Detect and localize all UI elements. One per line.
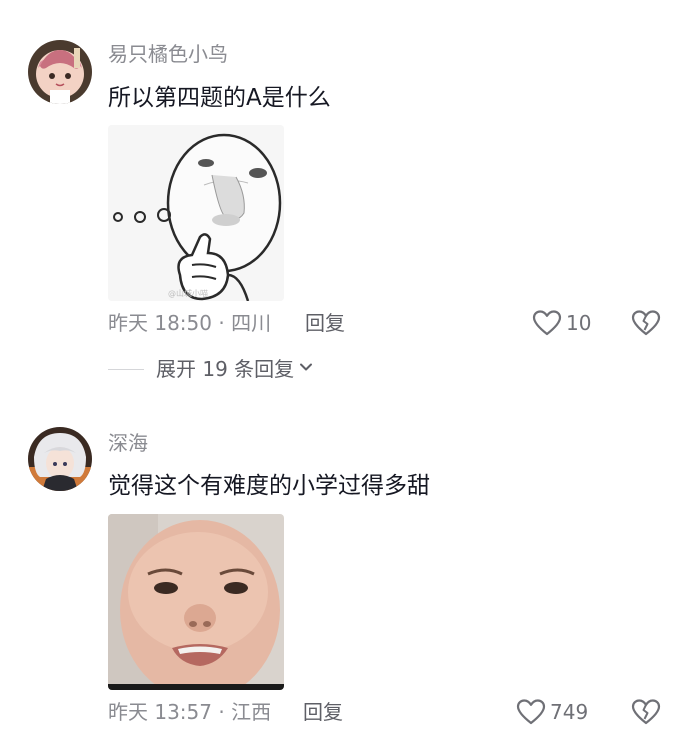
- broken-heart-icon: [631, 698, 661, 726]
- username[interactable]: 深海: [108, 431, 148, 455]
- username[interactable]: 易只橘色小鸟: [108, 42, 228, 66]
- like-count: 10: [566, 311, 592, 335]
- comment-list: 易只橘色小鸟 所以第四题的A是什么 @山城小喵 昨天 18:50 · 四川 回复…: [0, 0, 690, 737]
- dislike-button[interactable]: [631, 309, 661, 337]
- reply-button[interactable]: 回复: [303, 699, 343, 725]
- comment-meta: 昨天 13:57 · 江西: [108, 700, 272, 724]
- avatar[interactable]: [28, 40, 92, 104]
- expand-divider: [108, 368, 144, 370]
- like-button[interactable]: 749: [516, 698, 588, 726]
- like-button[interactable]: 10: [532, 309, 591, 337]
- heart-outline-icon: [532, 309, 562, 337]
- chevron-down-icon: [298, 359, 314, 379]
- like-count: 749: [550, 700, 589, 724]
- dislike-button[interactable]: [631, 698, 661, 726]
- sticker-image[interactable]: [108, 514, 284, 690]
- reply-button[interactable]: 回复: [305, 310, 345, 336]
- expand-replies-label: 展开 19 条回复: [156, 357, 295, 381]
- comment-meta: 昨天 18:50 · 四川: [108, 311, 272, 335]
- heart-outline-icon: [516, 698, 546, 726]
- sticker-image[interactable]: @山城小喵: [108, 125, 284, 301]
- avatar[interactable]: [28, 427, 92, 491]
- sticker-watermark: @山城小喵: [168, 288, 208, 298]
- comment-text: 所以第四题的A是什么: [108, 85, 331, 111]
- broken-heart-icon: [631, 309, 661, 337]
- expand-replies-button[interactable]: 展开 19 条回复: [108, 356, 314, 382]
- comment-text: 觉得这个有难度的小学过得多甜: [108, 473, 430, 499]
